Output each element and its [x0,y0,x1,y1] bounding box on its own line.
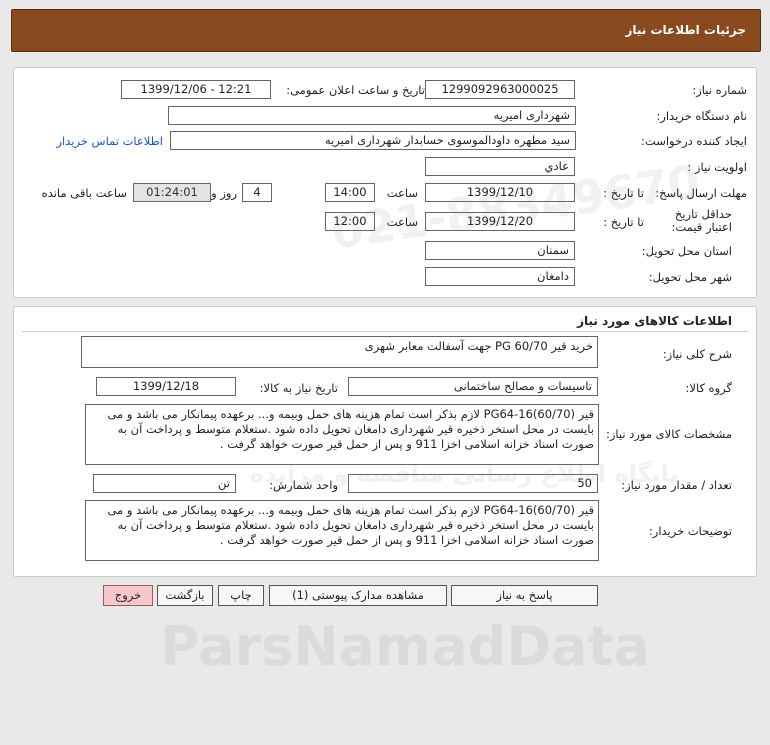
print-button[interactable]: چاپ [218,585,264,606]
buyer-notes-field: قیر PG64-16(60/70) لازم بذکر است تمام هز… [85,500,599,561]
need-info-panel [13,67,757,298]
group-field: تاسیسات و مصالح ساختمانی [348,377,598,396]
city-field: دامغان [425,267,575,286]
specs-label: مشخصات کالای مورد نیاز: [605,427,732,441]
reply-to-date-label: تا تاریخ : [603,186,644,200]
goods-title-divider [22,331,748,332]
goods-section-title: اطلاعات کالاهای مورد نیاز [577,314,732,328]
days-remaining-field: 4 [242,183,272,202]
price-time-label: ساعت [386,215,418,229]
priority-field: عادي [425,157,575,176]
buyer-org-field: شهرداری امیریه [168,106,576,125]
need-number-field: 1299092963000025 [425,80,575,99]
reply-button[interactable]: پاسخ به نیاز [451,585,598,606]
reply-deadline-label: مهلت ارسال پاسخ: [655,186,747,200]
watermark-brand: ParsNamadData [160,615,650,678]
need-number-label: شماره نیاز: [692,83,747,97]
announce-field: 1399/12/06 - 12:21 [121,80,271,99]
requester-label: ایجاد کننده درخواست: [641,134,747,148]
need-date-field: 1399/12/18 [96,377,236,396]
requester-field: سید مطهره داودالموسوی حسابدار شهرداری ام… [170,131,576,150]
page-header: جزئیات اطلاعات نیاز [11,9,761,52]
buyer-org-label: نام دستگاه خریدار: [656,109,747,123]
days-label: روز و [211,186,237,200]
reply-date-field: 1399/12/10 [425,183,575,202]
province-field: سمنان [425,241,575,260]
buyer-notes-label: توضیحات خریدار: [648,524,732,538]
need-date-label: تاریخ نیاز به کالا: [259,381,338,395]
province-label: استان محل تحویل: [641,244,732,258]
price-date-field: 1399/12/20 [425,212,575,231]
city-label: شهر محل تحویل: [648,270,732,284]
group-label: گروه کالا: [685,381,732,395]
specs-field: قیر PG64-16(60/70) لازم بذکر است تمام هز… [85,404,599,465]
page-title: جزئیات اطلاعات نیاز [625,23,746,37]
time-remaining-label: ساعت باقی مانده [41,186,127,200]
reply-time-label: ساعت [386,186,418,200]
contact-buyer-link[interactable]: اطلاعات تماس خریدار [56,134,163,148]
announce-label: تاریخ و ساعت اعلان عمومی: [286,83,425,97]
summary-field: خرید قیر PG 60/70 جهت آسفالت معابر شهری [81,336,598,368]
price-time-field: 12:00 [325,212,375,231]
quantity-label: تعداد / مقدار مورد نیاز: [621,478,732,492]
price-validity-label: حداقل تاریخ اعتبار قیمت: [671,207,733,234]
price-to-date-label: تا تاریخ : [603,215,644,229]
exit-button[interactable]: خروج [103,585,153,606]
quantity-field: 50 [348,474,598,493]
back-button[interactable]: بازگشت [157,585,213,606]
reply-time-field: 14:00 [325,183,375,202]
time-remaining-field: 01:24:01 [133,183,211,202]
unit-label: واحد شمارش: [269,478,338,492]
summary-label: شرح کلی نیاز: [662,347,732,361]
priority-label: اولویت نیاز : [687,160,747,174]
view-attachments-button[interactable]: مشاهده مدارک پیوستی (1) [269,585,447,606]
unit-field: تن [93,474,236,493]
